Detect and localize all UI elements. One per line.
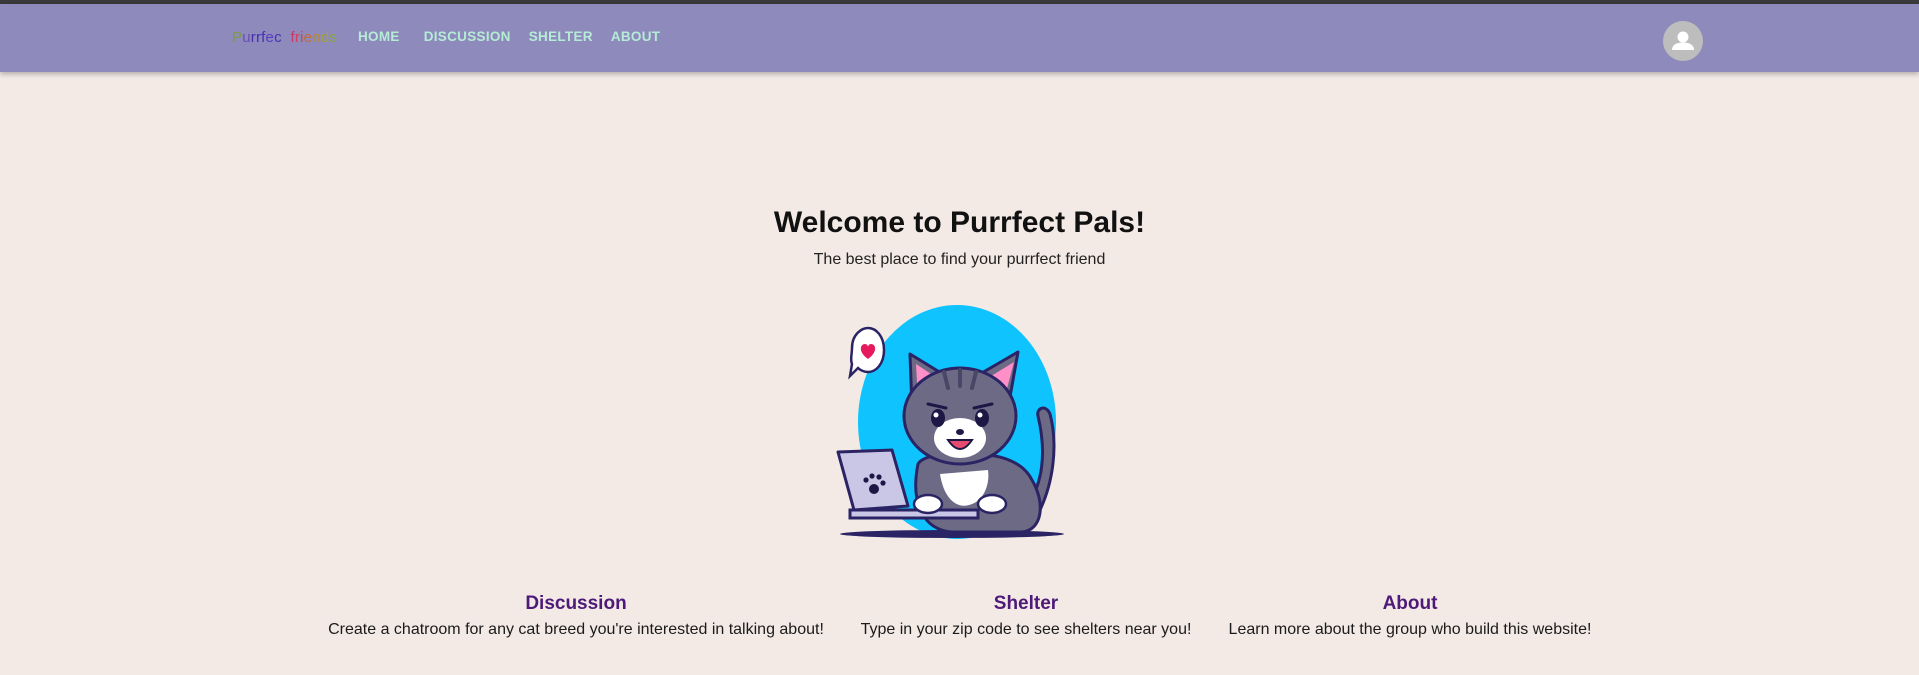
page-title: Welcome to Purrfect Pals! <box>773 206 1146 239</box>
feature-title[interactable]: Shelter <box>852 593 1200 615</box>
user-avatar-button[interactable] <box>1663 21 1703 61</box>
brand-logo[interactable]: Purrfect friends <box>232 29 337 46</box>
main-nav: HOME DISCUSSION SHELTER ABOUT <box>358 29 660 44</box>
feature-description: Learn more about the group who build thi… <box>1228 621 1592 638</box>
nav-discussion[interactable]: DISCUSSION <box>424 29 511 44</box>
feature-discussion: Discussion Create a chatroom for any cat… <box>320 593 832 639</box>
app-bar: Purrfect friends HOME DISCUSSION SHELTER… <box>0 4 1919 72</box>
feature-description: Type in your zip code to see shelters ne… <box>860 621 1192 638</box>
cat-with-laptop-illustration <box>832 304 1086 540</box>
nav-shelter[interactable]: SHELTER <box>529 29 593 44</box>
feature-description: Create a chatroom for any cat breed you'… <box>328 621 824 638</box>
nav-about[interactable]: ABOUT <box>611 29 661 44</box>
person-icon <box>1672 31 1694 50</box>
nav-home[interactable]: HOME <box>358 29 400 44</box>
feature-title[interactable]: About <box>1218 593 1602 615</box>
feature-shelter: Shelter Type in your zip code to see she… <box>852 593 1200 639</box>
feature-title[interactable]: Discussion <box>320 593 832 615</box>
feature-about: About Learn more about the group who bui… <box>1218 593 1602 639</box>
page-subtitle: The best place to find your purrfect fri… <box>813 251 1106 268</box>
